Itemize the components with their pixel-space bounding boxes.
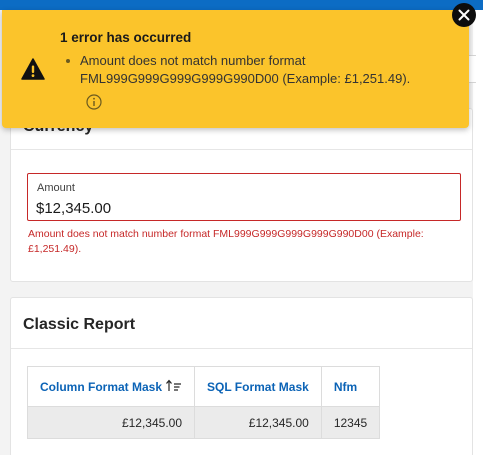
close-icon	[458, 9, 470, 21]
amount-input[interactable]	[36, 198, 446, 218]
app-header-bar	[0, 0, 483, 10]
region-title-report: Classic Report	[23, 316, 136, 333]
table-cell: £12,345.00	[194, 406, 322, 439]
notification-list: Amount does not match number format FML9…	[66, 52, 456, 88]
amount-label: Amount	[37, 182, 75, 194]
column-header-nfm[interactable]: Nfm	[320, 366, 381, 407]
table-header-row: Column Format Mask SQL Format Mask Nfm	[26, 366, 381, 407]
column-header-format-mask[interactable]: Column Format Mask	[26, 366, 196, 407]
table-cell: 12345	[320, 406, 381, 439]
bullet	[66, 59, 70, 63]
amount-error-message: Amount does not match number format FML9…	[28, 228, 424, 255]
column-header-sql-format-mask[interactable]: SQL Format Mask	[194, 366, 322, 407]
amount-field[interactable]: Amount	[27, 173, 461, 221]
sort-ascending-icon[interactable]	[166, 379, 182, 395]
close-notification-button[interactable]	[452, 3, 476, 27]
report-table: Column Format Mask SQL Format Mask Nfm £…	[26, 366, 381, 439]
table-cell: £12,345.00	[26, 406, 196, 439]
notification-message: Amount does not match number format FML9…	[80, 53, 411, 86]
column-header-label: Nfm	[333, 379, 358, 394]
classic-report-region: Classic Report Column Format Mask SQL Fo…	[10, 297, 473, 455]
currency-region: Currency Amount Amount does not match nu…	[10, 108, 473, 282]
column-header-label: SQL Format Mask	[207, 379, 309, 394]
table-row: £12,345.00 £12,345.00 12345	[26, 406, 381, 439]
notification-list-item: Amount does not match number format FML9…	[66, 52, 456, 88]
info-icon[interactable]	[86, 94, 102, 110]
column-header-label: Column Format Mask	[40, 379, 163, 394]
warning-icon	[21, 58, 45, 80]
notification-title: 1 error has occurred	[60, 30, 192, 45]
error-notification: 1 error has occurred Amount does not mat…	[2, 10, 469, 128]
region-divider	[11, 149, 472, 150]
region-divider	[11, 348, 472, 349]
